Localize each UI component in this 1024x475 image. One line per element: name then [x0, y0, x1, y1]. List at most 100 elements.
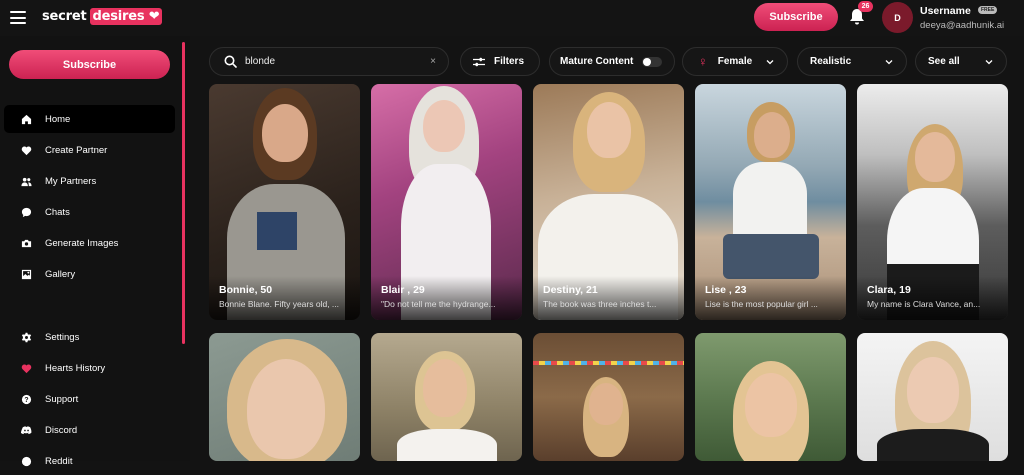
partner-name: Bonnie, 50	[219, 284, 273, 296]
sidebar-item-label: Support	[45, 393, 79, 405]
heart-icon	[20, 362, 32, 374]
partner-description: "Do not tell me the hydrange...	[381, 299, 496, 309]
female-icon: ♀	[698, 54, 708, 69]
svg-text:?: ?	[24, 396, 28, 403]
mature-content-toggle[interactable]: Mature Content	[549, 47, 675, 76]
reddit-icon	[20, 455, 32, 467]
partner-card[interactable]: Blair , 29 "Do not tell me the hydrange.…	[371, 84, 522, 320]
sidebar-item-label: Create Partner	[45, 144, 108, 156]
avatar[interactable]: D	[882, 2, 913, 33]
sidebar-item-label: Hearts History	[45, 362, 106, 374]
subscribe-button[interactable]: Subscribe	[754, 3, 838, 31]
user-email: deeya@aadhunik.ai	[920, 20, 1005, 31]
sidebar-item-hearts-history[interactable]: Hearts History	[4, 354, 175, 382]
partner-card[interactable]	[371, 333, 522, 461]
gender-label: Female	[717, 56, 753, 67]
partner-info: Clara, 19 My name is Clara Vance, an...	[857, 276, 1008, 320]
sliders-icon	[473, 57, 485, 66]
partner-info: Blair , 29 "Do not tell me the hydrange.…	[371, 276, 522, 320]
camera-icon	[20, 237, 32, 249]
partner-photo	[209, 333, 360, 461]
logo-badge: desires ❤	[89, 8, 163, 25]
sidebar-item-my-partners[interactable]: My Partners	[4, 167, 175, 195]
sidebar-item-label: Chats	[45, 206, 70, 218]
gallery-icon	[20, 268, 32, 280]
partner-description: Bonnie Blane. Fifty years old, ...	[219, 299, 340, 309]
sidebar: Subscribe Home Create Partner My Partner…	[0, 36, 190, 467]
partner-photo	[371, 333, 522, 461]
sidebar-item-label: Discord	[45, 424, 78, 436]
filters-label: Filters	[494, 56, 525, 67]
mature-content-switch[interactable]	[642, 57, 662, 67]
chat-icon	[20, 206, 32, 218]
username[interactable]: Username	[920, 5, 971, 17]
sidebar-item-home[interactable]: Home	[4, 105, 175, 133]
logo-badge-text: desires	[92, 9, 145, 24]
partner-card[interactable]	[209, 333, 360, 461]
partner-name: Lise , 23	[705, 284, 747, 296]
sidebar-item-label: Gallery	[45, 268, 76, 280]
filter-bar: blonde × Filters Mature Content ♀ Female…	[200, 36, 1024, 84]
partner-info: Lise , 23 Lise is the most popular girl …	[695, 276, 846, 320]
sidebar-item-chats[interactable]: Chats	[4, 198, 175, 226]
chevron-down-icon	[766, 60, 774, 65]
sidebar-item-settings[interactable]: Settings	[4, 323, 175, 351]
partner-description: The book was three inches t...	[543, 299, 657, 309]
heart-icon	[20, 144, 32, 156]
top-bar: secret desires ❤ Subscribe 26 D Username …	[0, 0, 1024, 36]
sidebar-scrollbar[interactable]	[182, 42, 185, 344]
sidebar-item-label: Reddit	[45, 455, 73, 467]
search-icon	[224, 55, 237, 68]
search-value[interactable]: blonde	[245, 56, 275, 67]
partner-description: My name is Clara Vance, an...	[867, 299, 981, 309]
sidebar-subscribe-button[interactable]: Subscribe	[9, 50, 170, 79]
partner-photo	[533, 333, 684, 461]
gender-dropdown[interactable]: ♀ Female	[682, 47, 788, 76]
partner-info: Bonnie, 50 Bonnie Blane. Fifty years old…	[209, 276, 360, 320]
help-icon: ?	[20, 393, 32, 405]
partner-description: Lise is the most popular girl ...	[705, 299, 818, 309]
chevron-down-icon	[985, 60, 993, 65]
partner-photo	[857, 333, 1008, 461]
logo[interactable]: secret desires ❤	[42, 8, 163, 25]
chevron-down-icon	[885, 60, 893, 65]
partner-info: Destiny, 21 The book was three inches t.…	[533, 276, 684, 320]
sidebar-item-support[interactable]: ? Support	[4, 385, 175, 413]
see-all-label: See all	[928, 56, 960, 67]
partner-photo	[695, 333, 846, 461]
mature-content-label: Mature Content	[560, 56, 634, 67]
home-icon	[20, 113, 32, 125]
sidebar-item-generate-images[interactable]: Generate Images	[4, 229, 175, 257]
search-input[interactable]: blonde ×	[209, 47, 449, 76]
sidebar-item-label: Generate Images	[45, 237, 119, 249]
partner-name: Blair , 29	[381, 284, 425, 296]
notification-count-badge: 26	[858, 1, 873, 12]
partner-card[interactable]	[533, 333, 684, 461]
partner-card[interactable]: Destiny, 21 The book was three inches t.…	[533, 84, 684, 320]
plan-badge: FREE	[978, 6, 998, 14]
partner-card[interactable]: Clara, 19 My name is Clara Vance, an...	[857, 84, 1008, 320]
gear-icon	[20, 331, 32, 343]
partner-card[interactable]	[857, 333, 1008, 461]
partner-card[interactable]: Lise , 23 Lise is the most popular girl …	[695, 84, 846, 320]
style-dropdown[interactable]: Realistic	[797, 47, 907, 76]
sidebar-item-discord[interactable]: Discord	[4, 416, 175, 444]
partner-name: Destiny, 21	[543, 284, 598, 296]
sidebar-item-label: My Partners	[45, 175, 97, 187]
filters-button[interactable]: Filters	[460, 47, 540, 76]
sidebar-item-create-partner[interactable]: Create Partner	[4, 136, 175, 164]
sidebar-item-label: Settings	[45, 331, 80, 343]
clear-search-icon[interactable]: ×	[430, 56, 436, 67]
discord-icon	[20, 424, 32, 436]
logo-text: secret	[42, 9, 87, 24]
sidebar-item-gallery[interactable]: Gallery	[4, 260, 175, 288]
hamburger-menu-icon[interactable]	[10, 11, 26, 24]
heart-icon: ❤	[148, 9, 160, 24]
partner-grid: Bonnie, 50 Bonnie Blane. Fifty years old…	[209, 84, 1009, 461]
partner-card[interactable]	[695, 333, 846, 461]
partner-card[interactable]: Bonnie, 50 Bonnie Blane. Fifty years old…	[209, 84, 360, 320]
see-all-dropdown[interactable]: See all	[915, 47, 1007, 76]
partner-name: Clara, 19	[867, 284, 911, 296]
sidebar-item-reddit[interactable]: Reddit	[4, 447, 175, 475]
sidebar-item-label: Home	[45, 113, 71, 125]
